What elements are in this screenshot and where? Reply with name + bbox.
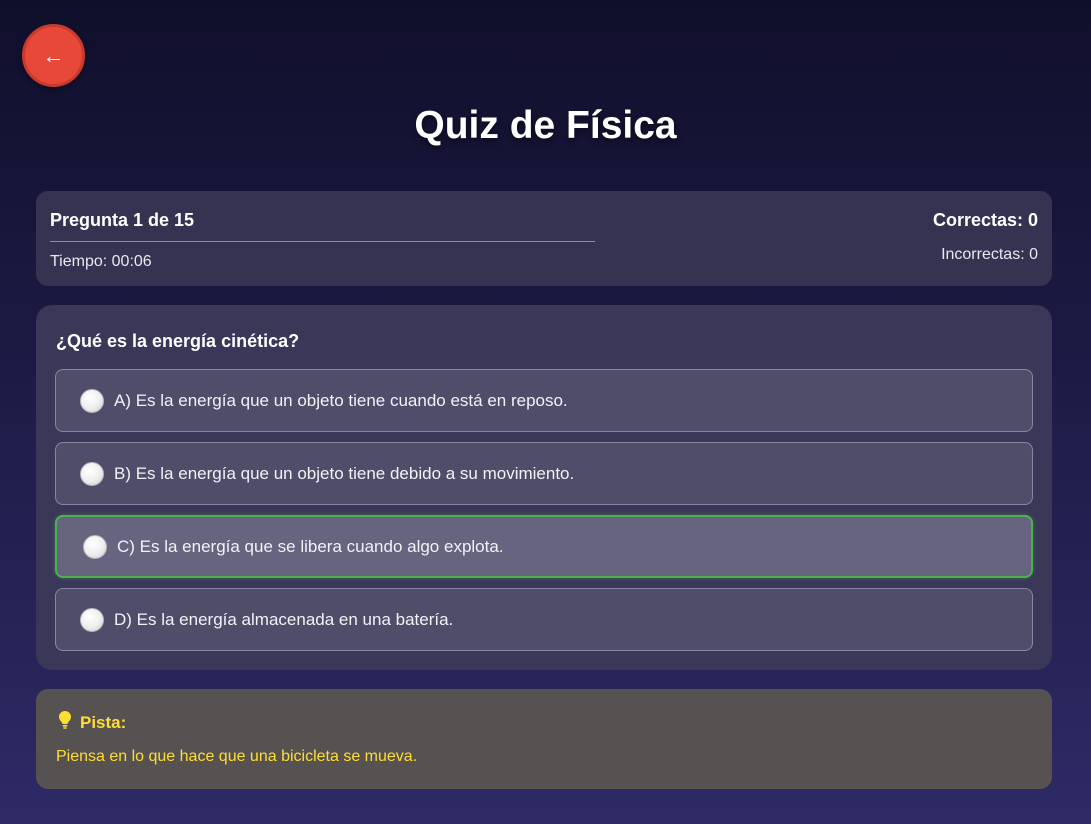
option-label: D) Es la energía almacenada en una bater…: [114, 609, 454, 629]
option-label: C) Es la energía que se libera cuando al…: [117, 536, 504, 556]
correct-count: Correctas: 0: [932, 210, 1038, 230]
option-d[interactable]: D) Es la energía almacenada en una bater…: [55, 588, 1033, 651]
option-label: B) Es la energía que un objeto tiene deb…: [114, 463, 575, 483]
radio-icon[interactable]: [83, 534, 107, 559]
arrow-left-icon: ←: [42, 42, 65, 68]
stats-panel: Pregunta 1 de 15 Tiempo: 00:06 Correctas…: [36, 191, 1052, 286]
hint-title: Pista:: [56, 711, 126, 734]
back-button[interactable]: ←: [22, 24, 85, 87]
page-title: Quiz de Física: [414, 104, 677, 147]
incorrect-count: Incorrectas: 0: [941, 246, 1038, 263]
question-counter: Pregunta 1 de 15: [50, 210, 195, 230]
question-text: ¿Qué es la energía cinética?: [56, 331, 300, 351]
lightbulb-icon: [56, 711, 74, 734]
option-b[interactable]: B) Es la energía que un objeto tiene deb…: [55, 442, 1033, 505]
progress-bar: [50, 241, 595, 242]
question-panel: ¿Qué es la energía cinética? A) Es la en…: [36, 305, 1052, 670]
radio-icon[interactable]: [80, 388, 104, 413]
option-label: A) Es la energía que un objeto tiene cua…: [114, 390, 568, 410]
radio-icon[interactable]: [80, 461, 104, 486]
timer: Tiempo: 00:06: [50, 253, 152, 270]
hint-text: Piensa en lo que hace que una bicicleta …: [56, 748, 418, 765]
hint-title-label: Pista:: [80, 712, 127, 732]
radio-icon[interactable]: [80, 607, 104, 632]
option-c[interactable]: C) Es la energía que se libera cuando al…: [55, 515, 1033, 578]
option-a[interactable]: A) Es la energía que un objeto tiene cua…: [55, 369, 1033, 432]
hint-panel: Pista: Piensa en lo que hace que una bic…: [36, 689, 1052, 789]
